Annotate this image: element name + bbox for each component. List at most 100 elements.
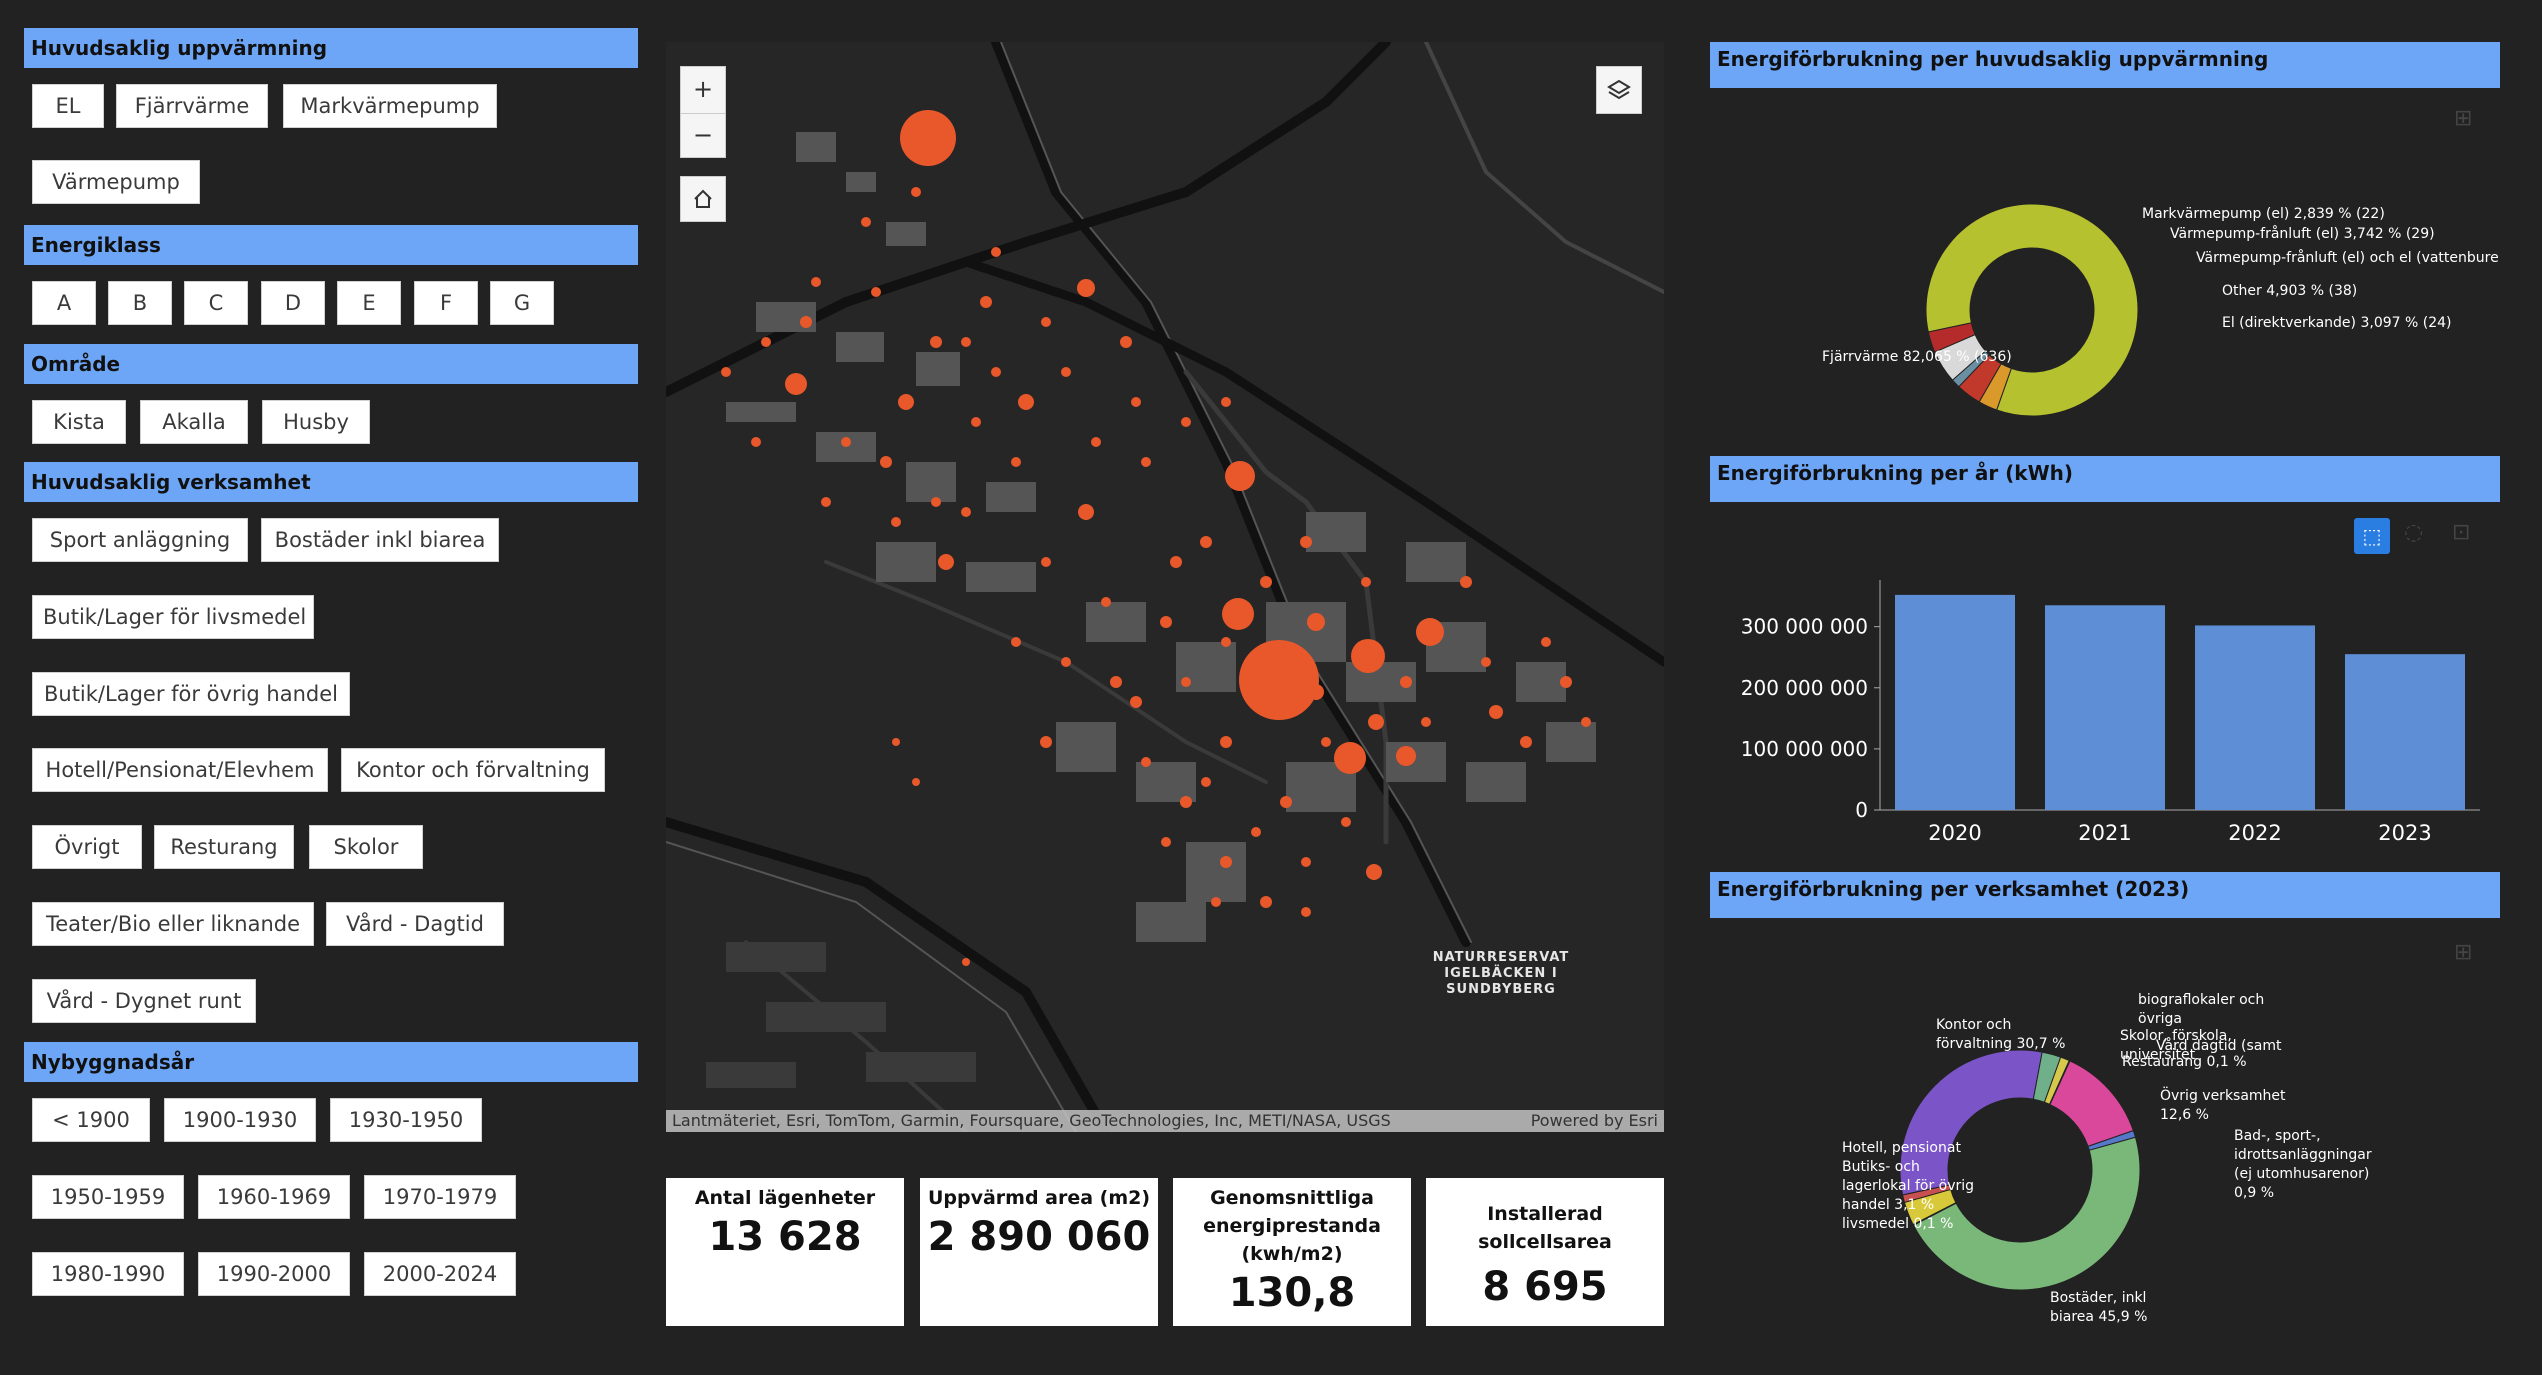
zoom-control: + − [680, 66, 726, 158]
kpi-solar-area-label: Installerad sollcellsarea [1478, 1203, 1612, 1253]
activity-label-bio-2: övriga [2138, 1011, 2182, 1027]
activity-donut-chart[interactable]: Kontor och förvaltning 30,7 % Övrig verksa… [1710, 930, 2500, 1330]
activity-label-ovrig-2: 12,6 % [2160, 1107, 2209, 1123]
filter-heating-markvarmepump[interactable]: Markvärmepump [283, 84, 497, 128]
filter-heating-varmepump[interactable]: Värmepump [32, 160, 200, 204]
powered-by-esri[interactable]: Powered by Esri [1531, 1110, 1658, 1132]
kpi-heated-area: Uppvärmd area (m2) 2 890 060 [920, 1178, 1158, 1326]
activity-chart-title: Energiförbrukning per verksamhet (2023) [1710, 872, 2500, 918]
kpi-solar-area-value: 8 695 [1482, 1264, 1608, 1310]
activity-slice-0[interactable] [1899, 1049, 2043, 1196]
kpi-energy-performance-value: 130,8 [1228, 1270, 1356, 1316]
filter-class-f[interactable]: F [414, 281, 478, 325]
filter-activity-vard-dagtid[interactable]: Vård - Dagtid [326, 902, 504, 946]
filter-area-husby[interactable]: Husby [262, 400, 370, 444]
filter-year-1960-1969[interactable]: 1960-1969 [198, 1175, 350, 1219]
y-tick-label-3: 300 000 000 [1741, 615, 1868, 639]
filter-activity-skolor[interactable]: Skolor [309, 825, 423, 869]
filter-heating-el[interactable]: EL [32, 84, 104, 128]
activity-label-bostader-1: Bostäder, inkl [2050, 1290, 2146, 1306]
layers-button[interactable] [1596, 66, 1642, 114]
activity-label-butik-1: Butiks- och [1842, 1159, 1920, 1175]
home-icon [694, 189, 712, 208]
place-label-naturreservat: NATURRESERVAT IGELBÄCKEN I SUNDBYBERG [1421, 950, 1581, 998]
filter-activity-sport[interactable]: Sport anläggning [32, 518, 248, 562]
filter-year-1930-1950[interactable]: 1930-1950 [330, 1098, 482, 1142]
bar-2020[interactable] [1895, 594, 2015, 810]
filter-year-1990-2000[interactable]: 1990-2000 [198, 1252, 350, 1296]
filter-activity-kontor[interactable]: Kontor och förvaltning [341, 748, 605, 792]
activity-label-butik-2: lagerlokal för övrig [1842, 1178, 1974, 1194]
kpi-apartments-label: Antal lägenheter [694, 1187, 876, 1209]
filter-year-2000-2024[interactable]: 2000-2024 [364, 1252, 516, 1296]
filter-heating-fjarrvarme[interactable]: Fjärrvärme [116, 84, 268, 128]
selection-tool-icon[interactable]: ⬚ [2354, 518, 2390, 554]
y-tick-label-2: 200 000 000 [1741, 676, 1868, 700]
heating-label-markvarmepump: Markvärmepump (el) 2,839 % (22) [2142, 206, 2385, 222]
bar-2022[interactable] [2195, 625, 2315, 810]
marker-largest [1239, 640, 1319, 720]
zoom-in-button[interactable]: + [681, 67, 725, 114]
x-tick-label-2021: 2021 [2078, 821, 2131, 845]
map-attribution: Lantmäteriet, Esri, TomTom, Garmin, Four… [666, 1110, 1664, 1132]
filter-year-1970-1979[interactable]: 1970-1979 [364, 1175, 516, 1219]
filter-class-e[interactable]: E [337, 281, 401, 325]
bar-2023[interactable] [2345, 654, 2465, 810]
filter-activity-butik-livsmedel[interactable]: Butik/Lager för livsmedel [32, 595, 314, 639]
activity-label-bad-1: Bad-, sport-, [2234, 1128, 2321, 1144]
filter-class-b[interactable]: B [108, 281, 172, 325]
kpi-apartments-value: 13 628 [708, 1214, 862, 1260]
activity-label-kontor-2: förvaltning 30,7 % [1936, 1036, 2065, 1052]
filter-class-a[interactable]: A [32, 281, 96, 325]
filter-class-d[interactable]: D [261, 281, 325, 325]
road-main [991, 42, 1471, 947]
filter-class-c[interactable]: C [184, 281, 248, 325]
map-view[interactable]: + − NATURRESERVAT IGELBÄCKEN I SUNDBYBER… [666, 42, 1664, 1132]
clear-selection-icon[interactable]: ⊡ [2452, 520, 2470, 545]
x-tick-label-2023: 2023 [2378, 821, 2431, 845]
zoom-out-button[interactable]: − [681, 114, 725, 158]
heating-filter-title: Huvudsaklig uppvärmning [24, 28, 638, 68]
filter-year-pre1900[interactable]: < 1900 [32, 1098, 150, 1142]
filter-area-kista[interactable]: Kista [32, 400, 126, 444]
heating-label-el: El (direktverkande) 3,097 % (24) [2222, 315, 2451, 331]
kpi-energy-performance: Genomsnittliga energiprestanda (kwh/m2) … [1173, 1178, 1411, 1326]
place-label-line-2: IGELBÄCKEN I [1444, 966, 1558, 981]
filter-activity-bostader[interactable]: Bostäder inkl biarea [261, 518, 499, 562]
heating-chart-title: Energiförbrukning per huvudsaklig uppvär… [1710, 42, 2500, 88]
filter-year-1950-1959[interactable]: 1950-1959 [32, 1175, 184, 1219]
build-year-filter-title: Nybyggnadsår [24, 1042, 638, 1082]
filter-activity-butik-ovrig[interactable]: Butik/Lager för övrig handel [32, 672, 350, 716]
activity-filter-title: Huvudsaklig verksamhet [24, 462, 638, 502]
place-label-line-3: SUNDBYBERG [1446, 982, 1556, 997]
filter-activity-teater[interactable]: Teater/Bio eller liknande [32, 902, 314, 946]
activity-label-vard-1: Vård dagtid (samt [2156, 1037, 2282, 1054]
kpi-heated-area-value: 2 890 060 [927, 1214, 1151, 1260]
activity-label-bad-3: (ej utomhusarenor) [2234, 1166, 2369, 1182]
filter-area-akalla[interactable]: Akalla [140, 400, 248, 444]
filter-activity-resturang[interactable]: Resturang [154, 825, 294, 869]
filter-year-1900-1930[interactable]: 1900-1930 [164, 1098, 316, 1142]
filter-activity-vard-dygnet[interactable]: Vård - Dygnet runt [32, 979, 256, 1023]
lasso-icon[interactable]: ◌ [2404, 520, 2423, 545]
activity-label-restaurang-1: Restaurang 0,1 % [2122, 1054, 2247, 1070]
filter-activity-hotell[interactable]: Hotell/Pensionat/Elevhem [32, 748, 328, 792]
heating-label-varmepump-vattenburen: Värmepump-frånluft (el) och el (vattenbu… [2196, 249, 2500, 266]
heating-donut-chart[interactable]: Fjärrvärme 82,065 % (636) Markvärmepump (… [1710, 96, 2500, 436]
filter-activity-ovrigt[interactable]: Övrigt [32, 825, 142, 869]
attribution-text: Lantmäteriet, Esri, TomTom, Garmin, Four… [672, 1111, 1391, 1130]
year-bar-chart[interactable]: 0 100 000 000 200 000 000 300 000 000 2020 20… [1710, 570, 2500, 860]
filter-class-g[interactable]: G [490, 281, 554, 325]
layers-icon [1607, 79, 1631, 100]
heating-label-fjarrvarme: Fjärrvärme 82,065 % (636) [1822, 349, 2012, 365]
activity-label-hotell-1: Hotell, pensionat [1842, 1140, 1961, 1156]
activity-label-bad-2: idrottsanläggningar [2234, 1147, 2372, 1163]
heating-label-other: Other 4,903 % (38) [2222, 283, 2357, 299]
home-button[interactable] [680, 176, 726, 222]
activity-label-butik-3: handel 3,1 % [1842, 1197, 1934, 1213]
bar-2021[interactable] [2045, 605, 2165, 810]
activity-label-bad-4: 0,9 % [2234, 1185, 2274, 1201]
marker-large [900, 110, 956, 166]
filter-year-1980-1990[interactable]: 1980-1990 [32, 1252, 184, 1296]
kpi-apartments: Antal lägenheter 13 628 [666, 1178, 904, 1326]
